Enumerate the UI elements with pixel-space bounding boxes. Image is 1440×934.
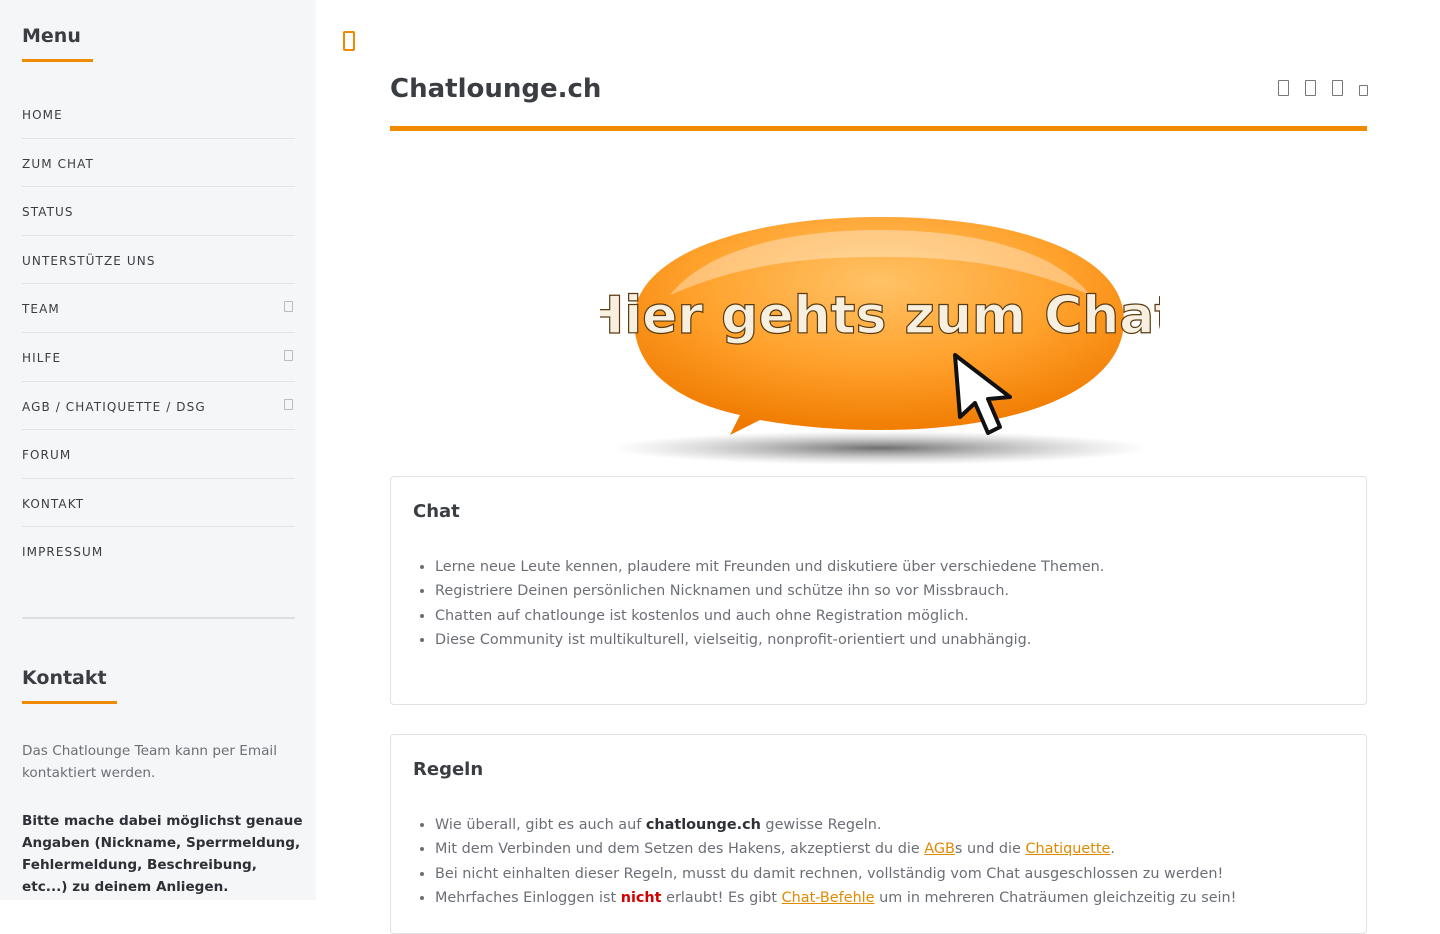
submenu-toggle-icon[interactable]	[284, 349, 293, 361]
menu-link-impressum[interactable]: IMPRESSUM	[22, 545, 103, 559]
sidebar-divider	[22, 617, 295, 619]
menu-title-underline	[22, 59, 93, 62]
menu-item-unterstuetze-uns[interactable]: UNTERSTÜTZE UNS	[22, 236, 295, 285]
submenu-toggle-icon[interactable]	[284, 398, 293, 410]
agb-link[interactable]: AGB	[924, 841, 955, 857]
list-item: Lerne neue Leute kennen, plaudere mit Fr…	[435, 555, 1104, 579]
list-item: Wie überall, gibt es auch auf chatlounge…	[435, 813, 1236, 837]
list-item: Bei nicht einhalten dieser Regeln, musst…	[435, 862, 1236, 886]
main-menu: HOME ZUM CHAT STATUS UNTERSTÜTZE UNS TEA…	[22, 90, 295, 576]
rule-text: s und die	[954, 841, 1026, 858]
contact-note: Bitte mache dabei möglichst genaue Angab…	[22, 813, 303, 895]
sidebar: Menu HOME ZUM CHAT STATUS UNTERSTÜTZE UN…	[0, 0, 316, 900]
list-item: Mit dem Verbinden und dem Setzen des Hak…	[435, 837, 1236, 861]
list-item: Registriere Deinen persönlichen Nickname…	[435, 579, 1104, 603]
rule-text: gewisse Regeln.	[760, 817, 882, 833]
menu-link-status[interactable]: STATUS	[22, 205, 74, 219]
warning-text: nicht	[620, 889, 662, 906]
menu-link-hilfe[interactable]: HILFE	[22, 351, 61, 365]
email-icon[interactable]	[1332, 80, 1343, 96]
chat-feature-list: Lerne neue Leute kennen, plaudere mit Fr…	[413, 555, 1104, 652]
menu-item-forum[interactable]: FORUM	[22, 430, 295, 479]
chat-card: Chat Lerne neue Leute kennen, plaudere m…	[390, 476, 1367, 705]
menu-item-agb[interactable]: AGB / CHATIQUETTE / DSG	[22, 382, 295, 431]
menu-link-home[interactable]: HOME	[22, 108, 63, 122]
contact-title-underline	[22, 701, 117, 704]
rule-text: Mehrfaches Einloggen ist	[435, 889, 621, 906]
menu-item-status[interactable]: STATUS	[22, 187, 295, 236]
rule-text: um in mehreren Chaträumen gleichzeitig z…	[874, 889, 1237, 906]
menu-item-kontakt[interactable]: KONTAKT	[22, 479, 295, 528]
menu-item-home[interactable]: HOME	[22, 90, 295, 139]
rules-card-title: Regeln	[413, 759, 484, 780]
submenu-toggle-icon[interactable]	[284, 301, 293, 313]
menu-link-agb[interactable]: AGB / CHATIQUETTE / DSG	[22, 400, 206, 414]
menu-item-team[interactable]: TEAM	[22, 284, 295, 333]
bookmark-icon[interactable]	[1359, 85, 1368, 96]
chatiquette-link[interactable]: Chatiquette	[1025, 841, 1110, 857]
title-actions	[1278, 80, 1368, 96]
hamburger-icon[interactable]	[343, 31, 355, 51]
rule-text: erlaubt! Es gibt	[661, 889, 782, 906]
share-icon[interactable]	[1278, 80, 1289, 96]
banner-shadow	[610, 431, 1150, 465]
menu-item-zum-chat[interactable]: ZUM CHAT	[22, 139, 295, 188]
list-item: Mehrfaches Einloggen ist nicht erlaubt! …	[435, 886, 1236, 910]
menu-link-zum-chat[interactable]: ZUM CHAT	[22, 157, 94, 171]
rules-card: Regeln Wie überall, gibt es auch auf cha…	[390, 734, 1367, 934]
contact-title: Kontakt	[22, 667, 107, 689]
chat-banner[interactable]: Hier gehts zum Chat	[600, 205, 1160, 475]
contact-text: Das Chatlounge Team kann per Email konta…	[22, 743, 277, 781]
rule-text: Wie überall, gibt es auch auf	[435, 817, 646, 833]
rule-text: .	[1110, 841, 1115, 858]
rules-list: Wie überall, gibt es auch auf chatlounge…	[413, 813, 1236, 910]
chat-card-title: Chat	[413, 501, 460, 522]
chat-befehle-link[interactable]: Chat-Befehle	[782, 890, 875, 906]
menu-link-forum[interactable]: FORUM	[22, 448, 71, 462]
menu-link-kontakt[interactable]: KONTAKT	[22, 497, 84, 511]
rule-text: Mit dem Verbinden und dem Setzen des Hak…	[435, 841, 925, 858]
list-item: Chatten auf chatlounge ist kostenlos und…	[435, 604, 1104, 628]
menu-title: Menu	[22, 25, 81, 47]
title-underline	[390, 126, 1367, 131]
site-name: chatlounge.ch	[645, 817, 761, 833]
print-icon[interactable]	[1305, 80, 1316, 96]
menu-item-hilfe[interactable]: HILFE	[22, 333, 295, 382]
page-title: Chatlounge.ch	[390, 74, 602, 104]
menu-link-unterstuetze-uns[interactable]: UNTERSTÜTZE UNS	[22, 254, 156, 268]
menu-link-team[interactable]: TEAM	[22, 302, 60, 316]
menu-item-impressum[interactable]: IMPRESSUM	[22, 527, 295, 576]
banner-text: Hier gehts zum Chat	[600, 286, 1160, 346]
list-item: Diese Community ist multikulturell, viel…	[435, 628, 1104, 652]
